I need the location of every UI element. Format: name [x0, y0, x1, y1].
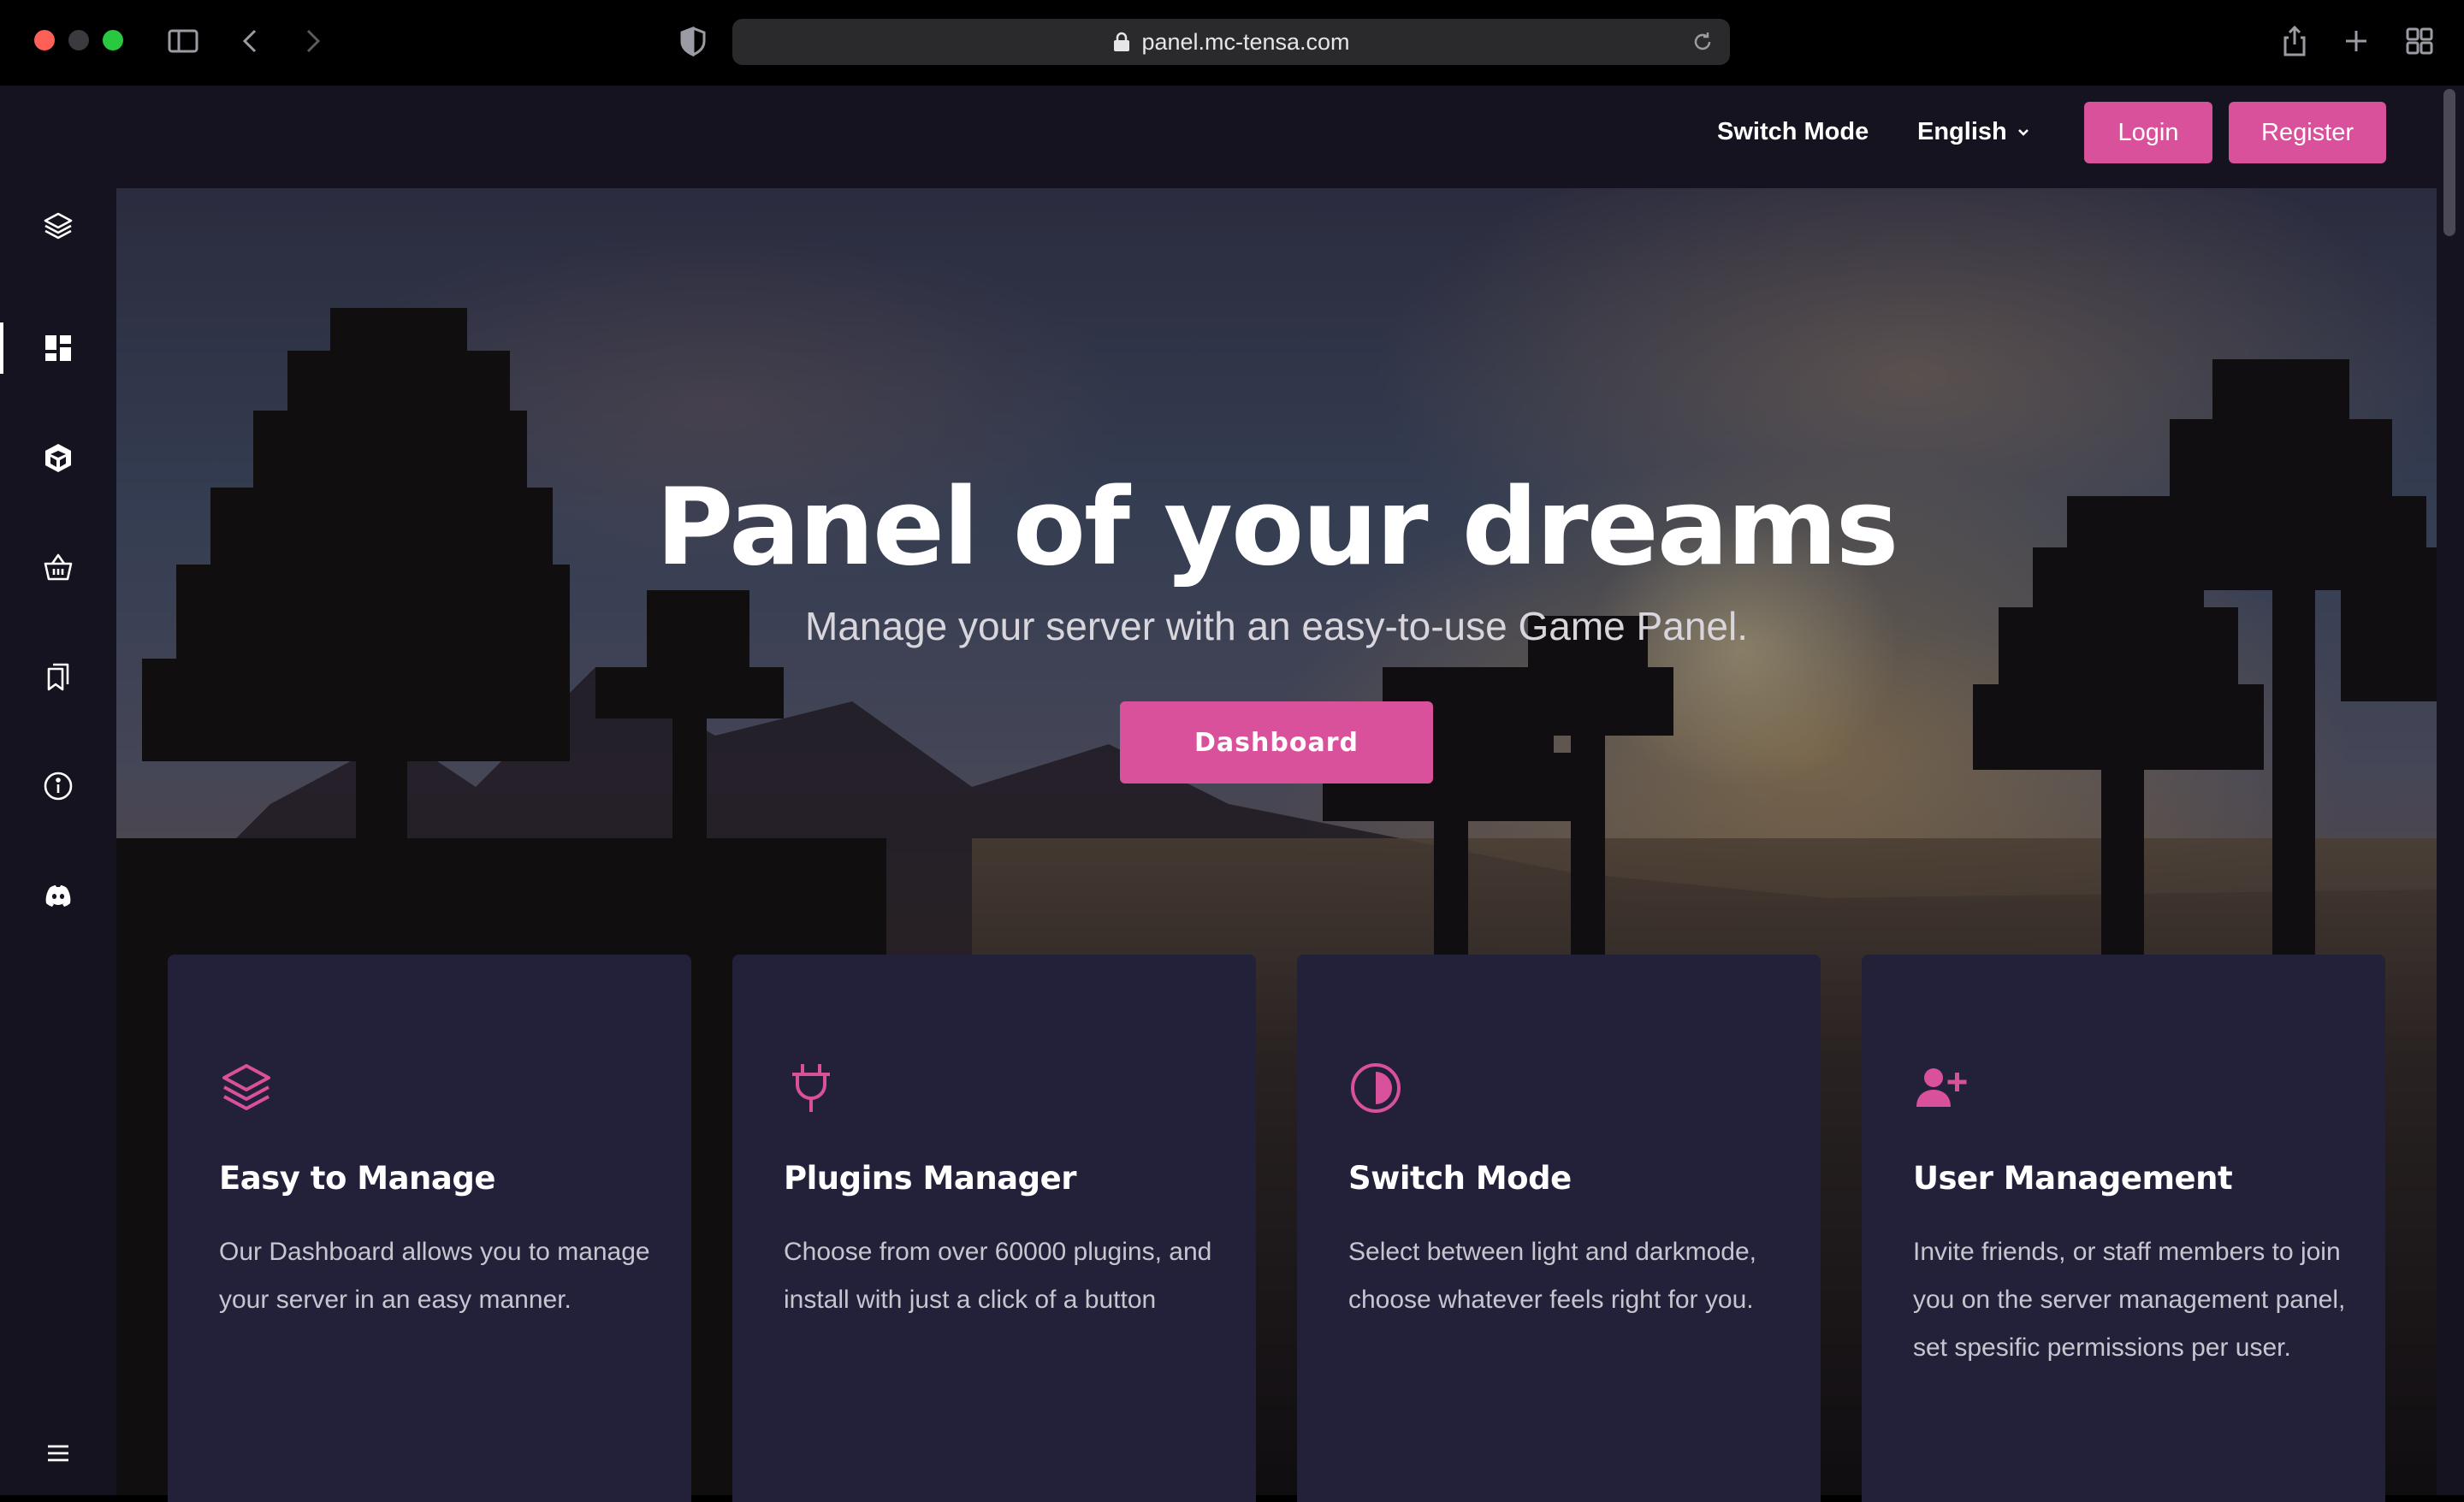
sidebar-item-info[interactable] [0, 752, 116, 820]
browser-toolbar: panel.mc-tensa.com [0, 0, 2464, 86]
feature-title: Switch Mode [1348, 1160, 1572, 1197]
basket-icon [44, 553, 73, 581]
back-icon[interactable] [233, 22, 270, 60]
feature-card-user-management: User Management Invite friends, or staff… [1862, 955, 2385, 1502]
bookmarks-icon [47, 663, 69, 691]
sidebar [0, 86, 116, 1495]
feature-description: Select between light and darkmode, choos… [1348, 1238, 1756, 1314]
sidebar-item-home[interactable] [0, 192, 116, 260]
zoom-window-button[interactable] [103, 30, 123, 50]
reload-icon[interactable] [1691, 30, 1715, 54]
hero-title: Panel of your dreams [655, 466, 1899, 589]
switch-mode-link[interactable]: Switch Mode [1717, 118, 1869, 146]
plug-icon [792, 1064, 830, 1112]
sidebar-item-discord[interactable] [0, 861, 116, 930]
address-bar[interactable]: panel.mc-tensa.com [732, 19, 1730, 65]
new-tab-icon[interactable] [2337, 22, 2375, 60]
info-icon [44, 772, 73, 801]
tab-overview-icon[interactable] [2401, 22, 2438, 60]
privacy-shield-icon[interactable] [674, 22, 712, 60]
chevron-down-icon [2017, 128, 2029, 136]
scrollbar-thumb[interactable] [2443, 89, 2455, 236]
sidebar-toggle-icon[interactable] [164, 22, 202, 60]
dashboard-icon [45, 335, 71, 361]
forward-icon[interactable] [293, 22, 330, 60]
feature-title: Plugins Manager [784, 1160, 1076, 1197]
box-icon [45, 444, 71, 472]
hero-subtitle: Manage your server with an easy-to-use G… [805, 604, 1748, 648]
language-dropdown[interactable]: English [1917, 118, 2031, 146]
feature-title: User Management [1913, 1160, 2233, 1197]
register-button[interactable]: Register [2229, 102, 2386, 163]
user-plus-icon [1916, 1068, 1967, 1107]
language-label: English [1917, 118, 2007, 145]
layers-icon [222, 1064, 270, 1110]
contrast-icon [1351, 1063, 1401, 1113]
feature-description: Invite friends, or staff members to join… [1913, 1238, 2346, 1362]
sidebar-menu-toggle[interactable] [0, 1419, 116, 1487]
sidebar-item-dashboard[interactable] [0, 314, 116, 382]
menu-icon [48, 1445, 68, 1462]
login-button[interactable]: Login [2084, 102, 2212, 163]
minimize-window-button[interactable] [68, 30, 89, 50]
feature-card-switch-mode: Switch Mode Select between light and dar… [1297, 955, 1821, 1502]
sidebar-item-store[interactable] [0, 533, 116, 601]
feature-description: Our Dashboard allows you to manage your … [219, 1238, 650, 1314]
top-navbar: Switch Mode English Login Register [116, 86, 2437, 188]
url-text: panel.mc-tensa.com [1141, 28, 1350, 55]
lock-icon [1114, 32, 1130, 51]
feature-card-easy-manage: Easy to Manage Our Dashboard allows you … [168, 955, 691, 1502]
layers-icon [44, 212, 73, 239]
feature-description: Choose from over 60000 plugins, and inst… [784, 1238, 1212, 1314]
dashboard-button[interactable]: Dashboard [1120, 701, 1433, 784]
feature-card-plugins: Plugins Manager Choose from over 60000 p… [732, 955, 1256, 1502]
feature-title: Easy to Manage [219, 1160, 495, 1197]
page-scrollbar[interactable] [2437, 86, 2464, 1495]
sidebar-item-bookmarks[interactable] [0, 642, 116, 711]
sidebar-item-servers[interactable] [0, 423, 116, 492]
window-controls [34, 30, 123, 50]
share-icon[interactable] [2276, 22, 2313, 60]
close-window-button[interactable] [34, 30, 55, 50]
discord-icon [45, 885, 71, 907]
